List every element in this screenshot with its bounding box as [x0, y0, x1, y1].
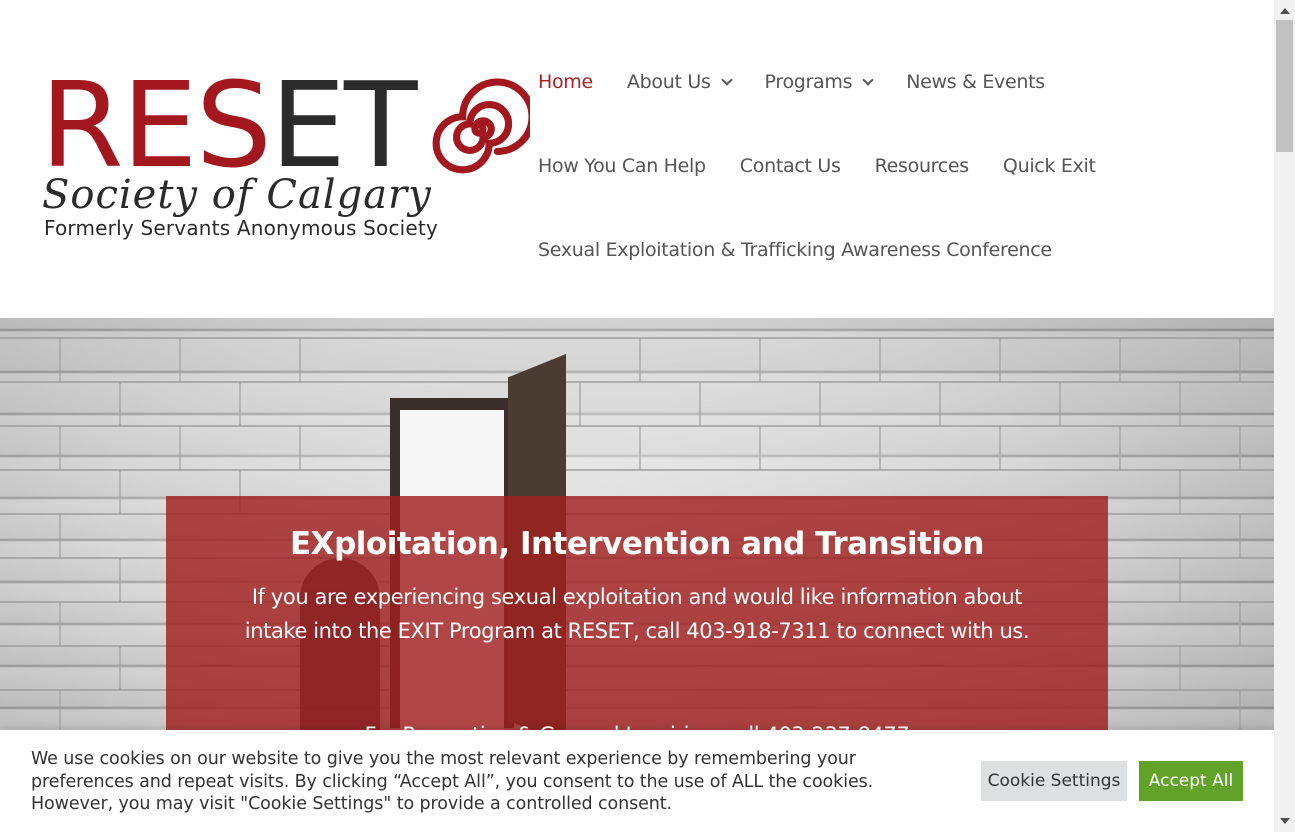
logo-wordmark: RESET: [40, 66, 417, 184]
nav-row-3: Sexual Exploitation & Trafficking Awaren…: [538, 208, 1086, 292]
title-text: ploitation,: [334, 526, 520, 562]
nav-label: Home: [538, 71, 593, 93]
vertical-scrollbar[interactable]: [1274, 0, 1295, 832]
nav-label: Programs: [764, 71, 853, 93]
title-text: ntervention and: [530, 526, 816, 562]
site-header: RESET Society of Calgary Formerly Servan…: [0, 0, 1274, 318]
nav-label: News & Events: [906, 71, 1045, 93]
nav-item-contact-us[interactable]: Contact Us: [740, 155, 841, 177]
page: RESET Society of Calgary Formerly Servan…: [0, 0, 1274, 832]
title-text: ransition: [832, 526, 984, 562]
nav-row-2: How You Can Help Contact Us Resources Qu…: [538, 124, 1130, 208]
nav-label: Sexual Exploitation & Trafficking Awaren…: [538, 239, 1052, 261]
nav-item-resources[interactable]: Resources: [874, 155, 970, 177]
nav-item-how-you-can-help[interactable]: How You Can Help: [538, 155, 706, 177]
nav-label: How You Can Help: [538, 155, 706, 177]
nav-label: Quick Exit: [1002, 155, 1096, 177]
hero-title: EXploitation, Intervention and Transitio…: [166, 526, 1108, 562]
nav-item-about-us[interactable]: About Us: [626, 71, 733, 93]
scrollbar-thumb[interactable]: [1276, 20, 1293, 152]
nav-row-1: Home About Us Programs News & Events: [538, 40, 1079, 124]
title-bold-t: T: [815, 526, 833, 562]
title-bold-i: I: [519, 526, 532, 562]
nav-label: Contact Us: [739, 155, 841, 177]
nav-item-programs[interactable]: Programs: [764, 71, 874, 93]
logo-formerly-text: Formerly Servants Anonymous Society: [44, 216, 439, 240]
nav-item-home[interactable]: Home: [538, 71, 593, 93]
spiral-logo-icon: [432, 78, 530, 174]
cookie-settings-button[interactable]: Cookie Settings: [981, 761, 1127, 801]
accept-all-button[interactable]: Accept All: [1139, 761, 1243, 801]
hero-intake-text: If you are experiencing sexual exploitat…: [244, 585, 1030, 643]
cookie-message: We use cookies on our website to give yo…: [31, 749, 874, 814]
scroll-down-arrow-icon[interactable]: [1280, 818, 1290, 824]
nav-item-news-events[interactable]: News & Events: [906, 71, 1045, 93]
nav-label: Resources: [874, 155, 970, 177]
cookie-consent-bar: We use cookies on our website to give yo…: [0, 730, 1274, 832]
nav-label: About Us: [626, 71, 711, 93]
logo-society-text: Society of Calgary: [42, 172, 432, 218]
nav-item-conference[interactable]: Sexual Exploitation & Trafficking Awaren…: [538, 239, 1052, 261]
nav-item-quick-exit[interactable]: Quick Exit: [1003, 155, 1096, 177]
chevron-down-icon: [862, 74, 874, 86]
chevron-down-icon: [720, 74, 733, 86]
scroll-up-arrow-icon[interactable]: [1280, 8, 1290, 14]
title-bold-ex: EX: [290, 526, 335, 562]
site-logo[interactable]: RESET Society of Calgary Formerly Servan…: [40, 66, 530, 245]
